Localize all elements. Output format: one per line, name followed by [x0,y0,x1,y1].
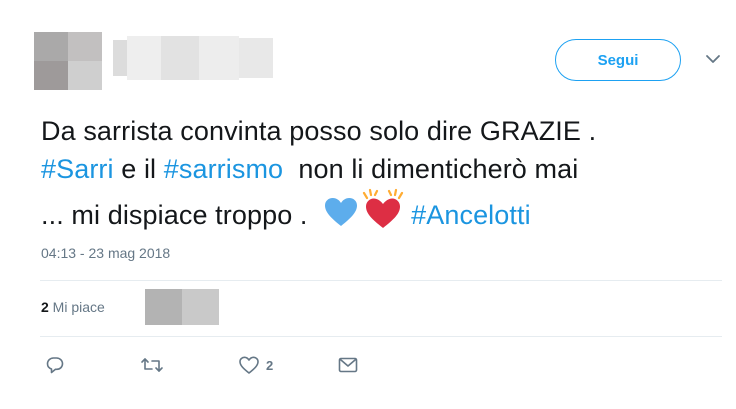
divider [40,280,722,281]
reply-icon [45,355,65,375]
tweet-text-fragment: ... mi dispiace troppo . [41,200,316,230]
likes-count: 2 [41,299,49,315]
direct-message-button[interactable] [337,352,359,378]
like-button[interactable]: 2 [238,352,273,378]
tweet-timestamp[interactable]: 04:13 - 23 mag 2018 [41,245,170,261]
avatar[interactable] [34,32,102,90]
tweet-text-fragment: non li dimenticherò mai [283,154,579,184]
hashtag-link-ancelotti[interactable]: #Ancelotti [411,200,531,230]
liker-avatars-redacted[interactable] [145,289,219,325]
chevron-down-icon[interactable] [704,52,722,66]
hashtag-link-sarrismo[interactable]: #sarrismo [164,154,283,184]
likes-label: Mi piace [48,299,105,315]
tweet-line-3: ... mi dispiace troppo . #Ancelotti [41,188,721,234]
direct-message-icon [337,355,359,375]
divider [40,336,722,337]
like-icon [238,355,260,375]
sparkling-heart-icon [361,188,405,230]
follow-button[interactable]: Segui [555,39,681,81]
retweet-icon [140,355,164,375]
reply-button[interactable] [45,352,65,378]
tweet-text-fragment: e il [113,154,164,184]
follow-button-label: Segui [597,51,639,69]
author-name-redacted[interactable] [113,36,273,80]
tweet-actions: 2 [40,352,440,378]
tweet-text: Da sarrista convinta posso solo dire GRA… [41,112,721,234]
blue-heart-icon [323,196,359,228]
tweet-line-1: Da sarrista convinta posso solo dire GRA… [41,116,597,146]
retweet-button[interactable] [140,352,164,378]
hashtag-link-sarri[interactable]: #Sarri [41,154,114,184]
tweet-line-2: #Sarri e il #sarrismo non li dimenticher… [41,150,721,188]
like-count: 2 [266,357,274,373]
likes-stat[interactable]: 2 Mi piace [41,299,105,315]
